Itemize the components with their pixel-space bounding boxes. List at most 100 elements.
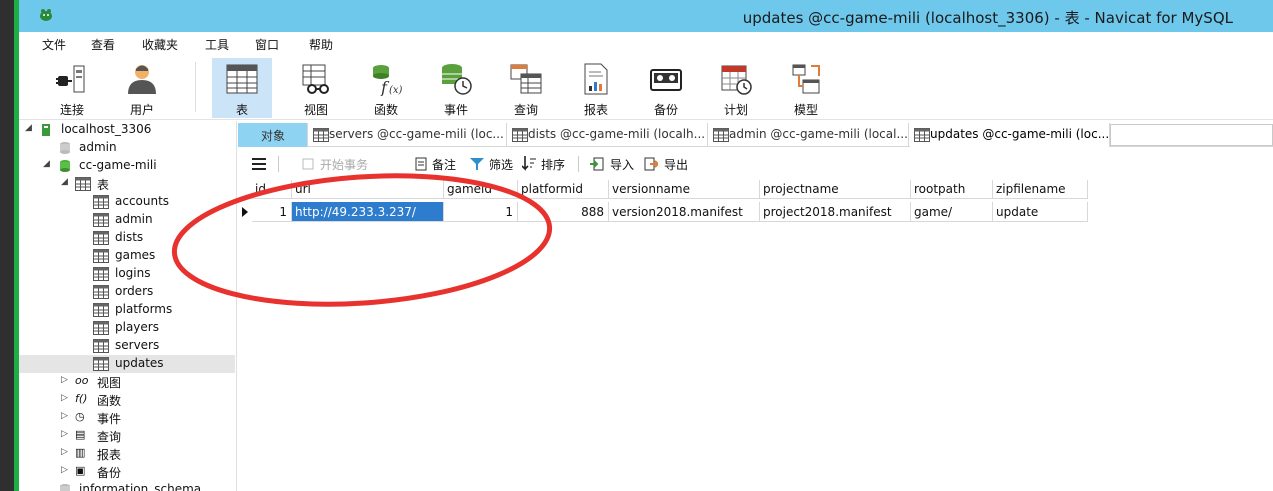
backup-icon: ▣: [75, 464, 86, 477]
model-button[interactable]: 模型: [776, 58, 836, 118]
backup-icon: [650, 69, 682, 91]
function-icon: f(): [75, 392, 88, 405]
memo-icon: [415, 157, 427, 171]
memo-button[interactable]: 备注: [432, 156, 456, 173]
connect-button[interactable]: 连接: [42, 58, 102, 118]
tab-dists[interactable]: dists @cc-game-mili (localh...: [508, 123, 708, 147]
menu-file[interactable]: 文件: [42, 36, 66, 53]
expand-arrow-icon[interactable]: ▷: [61, 429, 68, 439]
tab-updates[interactable]: updates @cc-game-mili (loc...: [910, 123, 1110, 147]
tree-table-logins[interactable]: logins: [19, 265, 235, 283]
filter-icon: [470, 158, 484, 170]
tree-table-updates[interactable]: updates: [19, 355, 235, 373]
tree-table-players[interactable]: players: [19, 319, 235, 337]
tree-node-backup[interactable]: ▷ ▣ 备份: [19, 463, 235, 481]
export-button[interactable]: 导出: [664, 156, 688, 173]
column-header-gameid[interactable]: gameid: [444, 180, 518, 199]
tree-table-orders[interactable]: orders: [19, 283, 235, 301]
table-icon: [512, 128, 528, 142]
tree-table-servers[interactable]: servers: [19, 337, 235, 355]
import-button[interactable]: 导入: [610, 156, 634, 173]
tree-table-platforms[interactable]: platforms: [19, 301, 235, 319]
cell-rootpath[interactable]: game/: [911, 202, 993, 222]
sort-button[interactable]: 排序: [541, 156, 565, 173]
tree-node-view[interactable]: ▷ oo 视图: [19, 373, 235, 391]
table-icon: [93, 285, 109, 299]
tree-table-accounts[interactable]: accounts: [19, 193, 235, 211]
user-button[interactable]: 用户: [112, 58, 172, 118]
cell-zipfilename[interactable]: update: [993, 202, 1088, 222]
menu-bar: 文件 查看 收藏夹 工具 窗口 帮助: [19, 32, 1273, 56]
begin-transaction-button[interactable]: 开始事务: [320, 156, 368, 173]
sort-icon: [522, 156, 536, 171]
tree-node-query[interactable]: ▷ ▤ 查询: [19, 427, 235, 445]
toolbar-separator: [578, 156, 579, 172]
tree-node-event[interactable]: ▷ ◷ 事件: [19, 409, 235, 427]
tab-servers[interactable]: servers @cc-game-mili (loc...: [309, 123, 507, 147]
column-header-projectname[interactable]: projectname: [760, 180, 911, 199]
menu-tools[interactable]: 工具: [205, 36, 229, 53]
cell-url[interactable]: http://49.233.3.237/: [292, 202, 444, 222]
database-gray-icon: [60, 484, 70, 491]
tree-db-information-schema[interactable]: information_schema: [19, 481, 235, 491]
table-icon: [93, 303, 109, 317]
event-icon: [442, 64, 472, 95]
column-header-id[interactable]: id: [252, 180, 292, 199]
column-header-platformid[interactable]: platformid: [518, 180, 609, 199]
column-header-url[interactable]: url: [292, 180, 444, 199]
tree-table-dists[interactable]: dists: [19, 229, 235, 247]
collapse-arrow-icon[interactable]: ◢: [25, 123, 32, 133]
tree-tables-node[interactable]: ◢ 表: [19, 175, 235, 193]
expand-arrow-icon[interactable]: ▷: [61, 411, 68, 421]
cell-versionname[interactable]: version2018.manifest: [609, 202, 760, 222]
tab-admin[interactable]: admin @cc-game-mili (local...: [709, 123, 909, 147]
current-row-arrow-icon: [242, 207, 248, 217]
hamburger-menu-icon[interactable]: [252, 158, 266, 170]
cell-platformid[interactable]: 888: [518, 202, 609, 222]
cell-id[interactable]: 1: [252, 202, 292, 222]
schedule-button[interactable]: 计划: [706, 58, 766, 118]
menu-favorites[interactable]: 收藏夹: [142, 36, 178, 53]
main-toolbar: 连接 用户 表 视图 f (x) 函数 事件 查询 报表 备份 计划 模型: [19, 56, 1273, 120]
database-green-icon: [60, 160, 70, 172]
collapse-arrow-icon[interactable]: ◢: [43, 159, 50, 169]
desktop-edge: [0, 0, 14, 491]
column-header-versionname[interactable]: versionname: [609, 180, 760, 199]
view-button[interactable]: 视图: [286, 58, 346, 118]
column-header-zipfilename[interactable]: zipfilename: [993, 180, 1088, 199]
backup-button[interactable]: 备份: [636, 58, 696, 118]
expand-arrow-icon[interactable]: ▷: [61, 393, 68, 403]
tree-db-current[interactable]: ◢ cc-game-mili: [19, 157, 235, 175]
query-button[interactable]: 查询: [496, 58, 556, 118]
tree-table-admin[interactable]: admin: [19, 211, 235, 229]
cell-gameid[interactable]: 1: [444, 202, 518, 222]
event-icon: ◷: [75, 410, 85, 423]
table-icon: [226, 64, 258, 94]
function-button[interactable]: f (x) 函数: [356, 58, 416, 118]
column-header-rootpath[interactable]: rootpath: [911, 180, 993, 199]
tree-connection[interactable]: ◢ localhost_3306: [19, 121, 235, 139]
report-button[interactable]: 报表: [566, 58, 626, 118]
expand-arrow-icon[interactable]: ▷: [61, 447, 68, 457]
tab-search-box[interactable]: [1110, 124, 1273, 146]
table-icon: [93, 249, 109, 263]
table-icon: [313, 128, 329, 142]
event-button[interactable]: 事件: [426, 58, 486, 118]
table-icon: [93, 267, 109, 281]
tree-table-games[interactable]: games: [19, 247, 235, 265]
tree-node-report[interactable]: ▷ ▥ 报表: [19, 445, 235, 463]
tab-objects[interactable]: 对象: [238, 123, 308, 147]
toolbar-divider: [195, 62, 196, 112]
title-bar[interactable]: updates @cc-game-mili (localhost_3306) -…: [19, 0, 1273, 32]
tree-node-function[interactable]: ▷ f() 函数: [19, 391, 235, 409]
expand-arrow-icon[interactable]: ▷: [61, 465, 68, 475]
filter-button[interactable]: 筛选: [489, 156, 513, 173]
menu-window[interactable]: 窗口: [255, 36, 279, 53]
cell-projectname[interactable]: project2018.manifest: [760, 202, 911, 222]
collapse-arrow-icon[interactable]: ◢: [61, 177, 68, 187]
expand-arrow-icon[interactable]: ▷: [61, 375, 68, 385]
menu-view[interactable]: 查看: [91, 36, 115, 53]
tree-db-admin[interactable]: admin: [19, 139, 235, 157]
menu-help[interactable]: 帮助: [309, 36, 333, 53]
table-button[interactable]: 表: [212, 58, 272, 118]
